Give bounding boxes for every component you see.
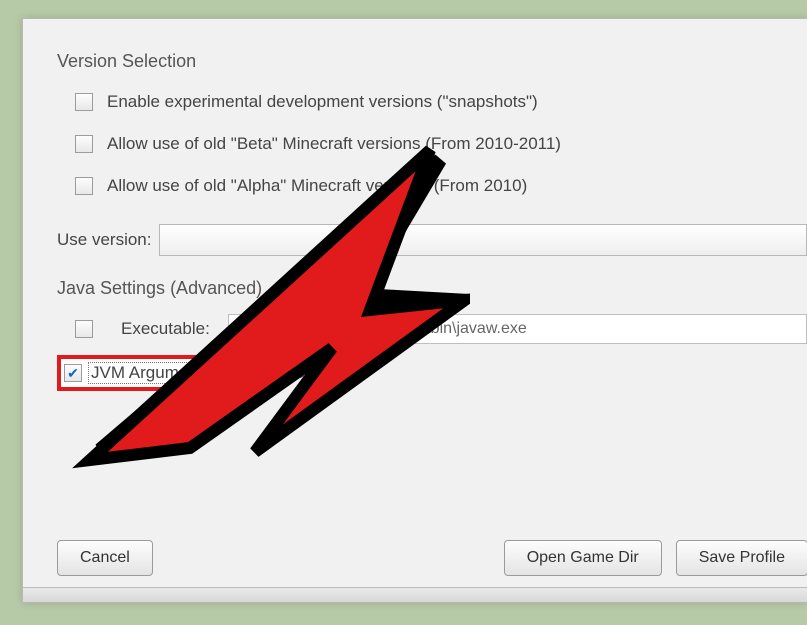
snapshots-checkbox[interactable] bbox=[75, 93, 93, 111]
use-version-row: Use version: bbox=[57, 220, 807, 260]
executable-field[interactable]: C:\Program Files\Java\jre7\bin\javaw.exe bbox=[228, 314, 807, 344]
open-game-dir-button[interactable]: Open Game Dir bbox=[504, 540, 662, 576]
beta-row: Allow use of old "Beta" Minecraft versio… bbox=[57, 124, 807, 164]
jvm-args-label: JVM Arguments: bbox=[88, 362, 219, 384]
alpha-checkbox[interactable] bbox=[75, 177, 93, 195]
executable-row: Executable: C:\Program Files\Java\jre7\b… bbox=[57, 309, 807, 349]
profile-editor-window: Version Selection Enable experimental de… bbox=[22, 18, 807, 603]
button-bar: Cancel Open Game Dir Save Profile bbox=[57, 540, 807, 576]
executable-value: C:\Program Files\Java\jre7\bin\javaw.exe bbox=[237, 320, 527, 338]
content-area: Version Selection Enable experimental de… bbox=[23, 19, 807, 393]
cancel-button[interactable]: Cancel bbox=[57, 540, 153, 576]
jvm-args-highlight: JVM Arguments: bbox=[57, 355, 229, 391]
jvm-args-value: -Xmx1G bbox=[243, 363, 305, 383]
save-profile-button[interactable]: Save Profile bbox=[676, 540, 807, 576]
snapshots-label: Enable experimental development versions… bbox=[107, 92, 538, 112]
use-version-label: Use version: bbox=[57, 230, 151, 250]
java-settings-title: Java Settings (Advanced) bbox=[57, 278, 807, 299]
beta-label: Allow use of old "Beta" Minecraft versio… bbox=[107, 134, 561, 154]
beta-checkbox[interactable] bbox=[75, 135, 93, 153]
snapshots-row: Enable experimental development versions… bbox=[57, 82, 807, 122]
window-bottom-edge bbox=[23, 587, 807, 602]
jvm-args-checkbox[interactable] bbox=[64, 364, 82, 382]
executable-checkbox[interactable] bbox=[75, 320, 93, 338]
executable-label: Executable: bbox=[121, 319, 210, 339]
version-selection-title: Version Selection bbox=[57, 51, 807, 72]
version-dropdown[interactable] bbox=[159, 224, 807, 256]
jvm-args-row: JVM Arguments: -Xmx1G bbox=[57, 353, 807, 393]
alpha-label: Allow use of old "Alpha" Minecraft versi… bbox=[107, 176, 527, 196]
alpha-row: Allow use of old "Alpha" Minecraft versi… bbox=[57, 166, 807, 206]
